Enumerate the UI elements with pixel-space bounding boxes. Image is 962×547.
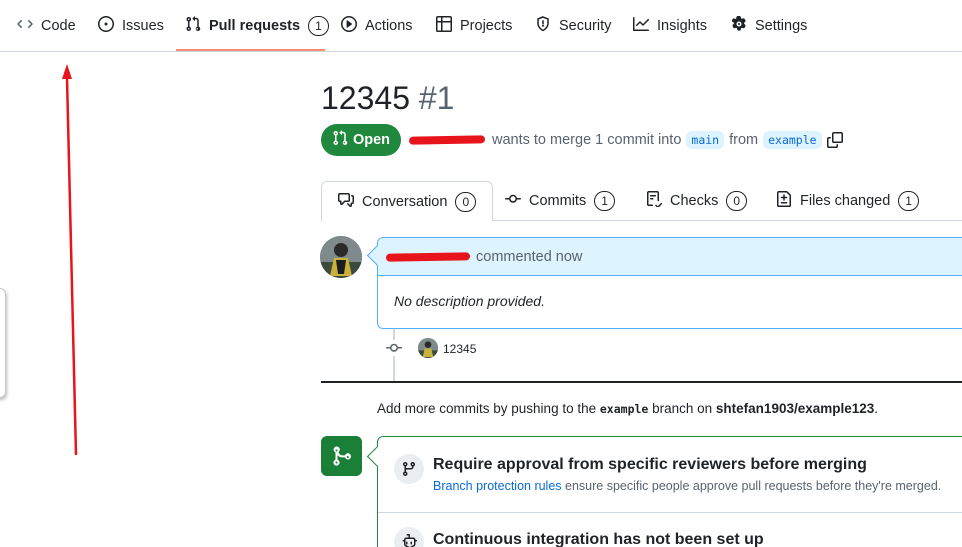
file-diff-icon: [776, 191, 792, 211]
pr-state-badge: Open: [321, 124, 401, 156]
pr-number: #1: [418, 80, 455, 116]
tab-commits[interactable]: Commits 1: [505, 181, 615, 221]
comment-header: commented now: [378, 238, 962, 276]
tab-checks[interactable]: Checks 0: [646, 181, 748, 221]
commit-author-avatar[interactable]: [418, 338, 438, 358]
git-branch-icon: [394, 454, 424, 484]
push-hint: Add more commits by pushing to the examp…: [377, 401, 878, 416]
play-icon: [341, 16, 357, 36]
tab-files-changed-label: Files changed: [800, 193, 891, 209]
nav-security[interactable]: Security: [535, 0, 611, 52]
nav-code-label: Code: [41, 18, 76, 34]
pr-title-text: 12345: [321, 80, 410, 116]
git-commit-icon: [386, 340, 402, 356]
nav-actions[interactable]: Actions: [341, 0, 413, 52]
tab-conversation-count: 0: [455, 191, 477, 212]
push-hint-repo: shtefan1903/example123: [715, 401, 875, 416]
avatar[interactable]: [320, 236, 362, 278]
annotation-arrow-head: [62, 64, 72, 79]
nav-projects-label: Projects: [460, 18, 513, 34]
redacted-author-mark[interactable]: [408, 135, 486, 145]
tab-checks-count: 0: [726, 191, 748, 211]
timeline-end-divider: [321, 381, 962, 383]
nav-insights[interactable]: Insights: [633, 0, 707, 52]
tab-commits-count: 1: [594, 191, 615, 211]
nav-pull-requests-label: Pull requests: [209, 18, 301, 34]
merge-text: wants to merge 1 commit into: [492, 132, 682, 148]
pr-state-label: Open: [352, 132, 391, 148]
nav-projects[interactable]: Projects: [436, 0, 512, 52]
approval-title: Require approval from specific reviewers…: [433, 456, 867, 473]
tab-commits-label: Commits: [529, 193, 587, 209]
gear-icon: [731, 15, 747, 36]
git-merge-icon: [321, 436, 362, 476]
comment-action: commented now: [476, 248, 583, 265]
head-branch-label[interactable]: example: [763, 131, 822, 149]
tab-conversation[interactable]: Conversation 0: [321, 181, 494, 222]
merge-box-divider: [378, 512, 962, 513]
push-hint-suffix: .: [874, 401, 879, 416]
issue-opened-icon: [98, 16, 114, 36]
shield-icon: [535, 16, 551, 36]
approval-description: Branch protection rules ensure specific …: [433, 479, 941, 493]
tab-files-changed-count: 1: [898, 191, 919, 211]
nav-selected-underline: [176, 49, 325, 51]
git-pull-request-icon: [332, 130, 348, 150]
branch-protection-link[interactable]: Branch protection rules: [433, 479, 562, 493]
page-title: 12345 #1: [321, 80, 454, 117]
push-hint-branch: example: [599, 402, 649, 416]
tab-conversation-label: Conversation: [362, 193, 448, 210]
git-pull-request-icon: [185, 16, 201, 36]
commit-message-link[interactable]: 12345: [443, 342, 476, 356]
push-hint-middle: branch on: [652, 401, 713, 416]
pr-tabs: Conversation 0 Commits 1 Checks 0 Files …: [321, 181, 962, 222]
graph-icon: [633, 16, 650, 36]
nav-settings[interactable]: Settings: [731, 0, 807, 52]
merge-box: Require approval from specific reviewers…: [377, 436, 962, 547]
nav-issues-label: Issues: [122, 18, 164, 34]
code-icon: [17, 16, 33, 36]
ci-title: Continuous integration has not been set …: [433, 531, 764, 547]
pull-requests-count-badge: 1: [308, 16, 329, 36]
repo-nav: Code Issues Pull requests 1 Actions Proj…: [0, 0, 962, 52]
nav-pull-requests[interactable]: Pull requests 1: [185, 0, 329, 52]
git-commit-icon: [505, 191, 521, 211]
left-side-panel: [0, 288, 6, 398]
redacted-author-mark[interactable]: [385, 251, 471, 262]
from-text: from: [729, 132, 759, 148]
base-branch-label[interactable]: main: [686, 131, 725, 149]
nav-insights-label: Insights: [657, 18, 707, 34]
comment-body: No description provided.: [394, 293, 545, 309]
checklist-icon: [646, 191, 663, 211]
dependabot-icon: [394, 527, 424, 547]
tab-files-changed[interactable]: Files changed 1: [776, 181, 919, 221]
nav-settings-label: Settings: [755, 18, 808, 34]
comment-box: commented now No description provided.: [377, 237, 962, 329]
push-hint-prefix: Add more commits by pushing to the: [377, 401, 597, 416]
nav-issues[interactable]: Issues: [98, 0, 164, 52]
tab-checks-label: Checks: [670, 193, 719, 209]
comment-discussion-icon: [338, 192, 354, 212]
nav-code[interactable]: Code: [17, 0, 76, 52]
copy-icon[interactable]: [826, 132, 843, 148]
table-icon: [436, 16, 452, 36]
approval-desc-text: ensure specific people approve pull requ…: [565, 479, 942, 493]
annotation-arrow-shaft: [65, 77, 78, 456]
nav-actions-label: Actions: [365, 18, 413, 34]
pr-meta: wants to merge 1 commit into main from e…: [408, 129, 843, 151]
nav-security-label: Security: [559, 18, 612, 34]
